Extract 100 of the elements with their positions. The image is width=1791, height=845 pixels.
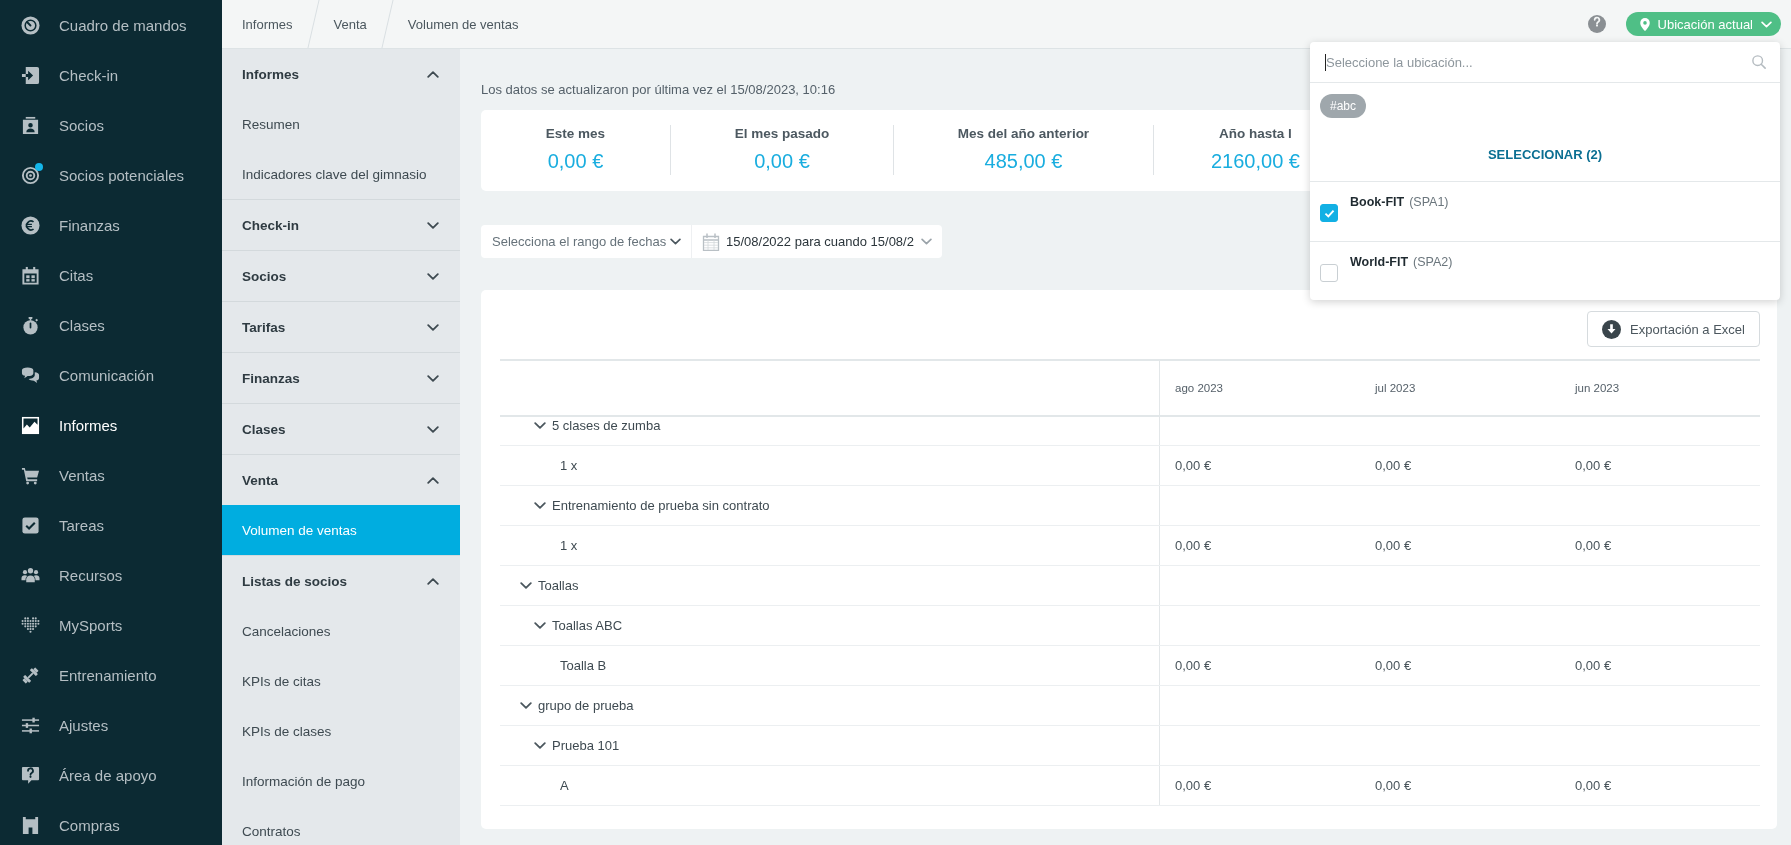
search-field[interactable]: Seleccione la ubicación...: [1326, 54, 1752, 70]
menu-group-header[interactable]: Tarifas: [222, 302, 460, 352]
stat-label: Este mes: [545, 125, 606, 143]
chevron-down-icon: [670, 238, 681, 245]
menu-item[interactable]: Indicadores clave del gimnasio: [222, 149, 460, 199]
nav-item[interactable]: Ajustes: [0, 700, 222, 750]
menu-group-header[interactable]: Clases: [222, 404, 460, 454]
select-all-button[interactable]: SELECCIONAR (2): [1487, 145, 1603, 165]
nav-item[interactable]: Recursos: [0, 550, 222, 600]
checkbox[interactable]: [1320, 264, 1338, 282]
nav-item[interactable]: Comunicación: [0, 350, 222, 400]
table-cell: 0,00 €: [1375, 458, 1412, 473]
check-square-icon: [21, 515, 40, 535]
nav-item[interactable]: Entrenamiento: [0, 650, 222, 700]
pin-icon: [1639, 17, 1650, 31]
row-label: 1 x: [560, 538, 578, 553]
euro-coin-icon: [21, 215, 40, 235]
chevron-down-icon[interactable]: [520, 582, 532, 589]
sign-in-icon: [21, 65, 40, 85]
nav-item[interactable]: Tareas: [0, 500, 222, 550]
people-icon: [21, 565, 40, 585]
row-label: 1 x: [560, 458, 578, 473]
chevron-down-icon: [921, 238, 932, 245]
search-icon: [1752, 55, 1766, 69]
download-icon: [1602, 319, 1622, 339]
stat-value: 2160,00 €: [1211, 149, 1300, 174]
location-name[interactable]: World-FIT: [1350, 253, 1409, 271]
row-label: Entrenamiento de prueba sin contrato: [552, 498, 770, 513]
nav-item[interactable]: MySports: [0, 600, 222, 650]
column-header: jul 2023: [1375, 382, 1416, 394]
chevron-down-icon[interactable]: [534, 742, 546, 749]
table-cell: 0,00 €: [1575, 458, 1612, 473]
table-cell: 0,00 €: [1175, 658, 1212, 673]
column-header: jun 2023: [1575, 382, 1620, 394]
menu-group-header[interactable]: Check-in: [222, 200, 460, 250]
menu-group-header[interactable]: Venta: [222, 455, 460, 505]
nav-item[interactable]: Socios potenciales: [0, 150, 222, 200]
menu-group-header[interactable]: Finanzas: [222, 353, 460, 403]
nav-item[interactable]: Socios: [0, 100, 222, 150]
check-icon: [1323, 208, 1335, 218]
stopwatch-icon: [21, 315, 40, 335]
menu-item[interactable]: Resumen: [222, 99, 460, 149]
table-cell: 0,00 €: [1175, 778, 1212, 793]
menu-group-header[interactable]: Informes: [222, 49, 460, 99]
row-label: Prueba 101: [552, 738, 620, 753]
nav-item[interactable]: Informes: [0, 400, 222, 450]
table-cell: 0,00 €: [1175, 538, 1212, 553]
row-label: 5 clases de zumba: [552, 418, 661, 433]
stat-label: El mes pasado: [734, 125, 830, 143]
location-name[interactable]: Book-FIT: [1350, 193, 1405, 211]
nav-item[interactable]: Compras: [0, 800, 222, 845]
row-label: Toalla B: [560, 658, 607, 673]
nav-item[interactable]: Finanzas: [0, 200, 222, 250]
nav-item[interactable]: Clases: [0, 300, 222, 350]
menu-item[interactable]: Información de pago: [222, 756, 460, 806]
chat-bubbles-icon: [21, 365, 40, 385]
table-cell: 0,00 €: [1375, 778, 1412, 793]
table-cell: 0,00 €: [1375, 538, 1412, 553]
calendar-icon: [702, 232, 720, 251]
nav-item[interactable]: Ventas: [0, 450, 222, 500]
checkbox[interactable]: [1320, 204, 1338, 222]
help-icon[interactable]: [1587, 15, 1606, 33]
row-label: Toallas ABC: [552, 618, 623, 633]
chevron-down-icon[interactable]: [520, 702, 532, 709]
table-cell: 0,00 €: [1375, 658, 1412, 673]
stat-value: 0,00 €: [754, 149, 810, 174]
menu-item[interactable]: Contratos: [222, 806, 460, 845]
chevron-down-icon[interactable]: [534, 622, 546, 629]
location-code: (SPA1): [1409, 194, 1449, 211]
breadcrumb-link[interactable]: Volumen de ventas: [387, 0, 539, 48]
location-code: (SPA2): [1413, 254, 1453, 271]
table-cell: 0,00 €: [1575, 778, 1612, 793]
chevron-down-icon[interactable]: [534, 502, 546, 509]
nav-item[interactable]: Cuadro de mandos: [0, 0, 222, 50]
menu-group-header[interactable]: Socios: [222, 251, 460, 301]
dumbbell-icon: [21, 665, 40, 685]
date-range-field[interactable]: 15/08/2022 para cuando 15/08/2: [692, 225, 942, 258]
breadcrumb-link[interactable]: Venta: [313, 0, 387, 48]
menu-group-header[interactable]: Listas de socios: [222, 556, 460, 606]
table-cell: 0,00 €: [1175, 458, 1212, 473]
export-button[interactable]: Exportación a Excel: [1587, 311, 1760, 347]
menu-item[interactable]: Cancelaciones: [222, 606, 460, 656]
menu-item[interactable]: KPIs de clases: [222, 706, 460, 756]
table-cell: 0,00 €: [1575, 538, 1612, 553]
dot-heart-icon: [21, 615, 40, 635]
chevron-down-icon: [1761, 20, 1772, 28]
cart-icon: [21, 465, 40, 485]
target-icon: [21, 165, 40, 185]
table-cell: 0,00 €: [1575, 658, 1612, 673]
breadcrumb-link[interactable]: Informes: [222, 0, 313, 48]
nav-item[interactable]: Check-in: [0, 50, 222, 100]
menu-item[interactable]: KPIs de citas: [222, 656, 460, 706]
nav-item[interactable]: Área de apoyo: [0, 750, 222, 800]
chevron-down-icon[interactable]: [534, 422, 546, 429]
gauge-icon: [21, 15, 40, 35]
calendar-icon: [21, 265, 40, 285]
picture-icon: [21, 415, 40, 435]
sliders-icon: [21, 715, 40, 735]
nav-item[interactable]: Citas: [0, 250, 222, 300]
date-range-select[interactable]: Selecciona el rango de fechas: [481, 225, 692, 258]
